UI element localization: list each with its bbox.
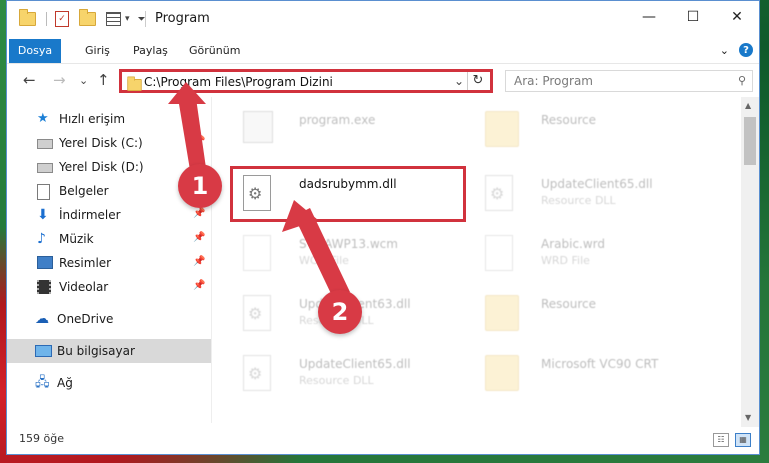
annotation-arrows	[168, 82, 350, 300]
step-1-badge: 1	[178, 164, 222, 208]
arrow-1-shaft	[178, 98, 206, 170]
arrow-1-head	[168, 82, 206, 104]
step-2-badge: 2	[318, 290, 362, 334]
